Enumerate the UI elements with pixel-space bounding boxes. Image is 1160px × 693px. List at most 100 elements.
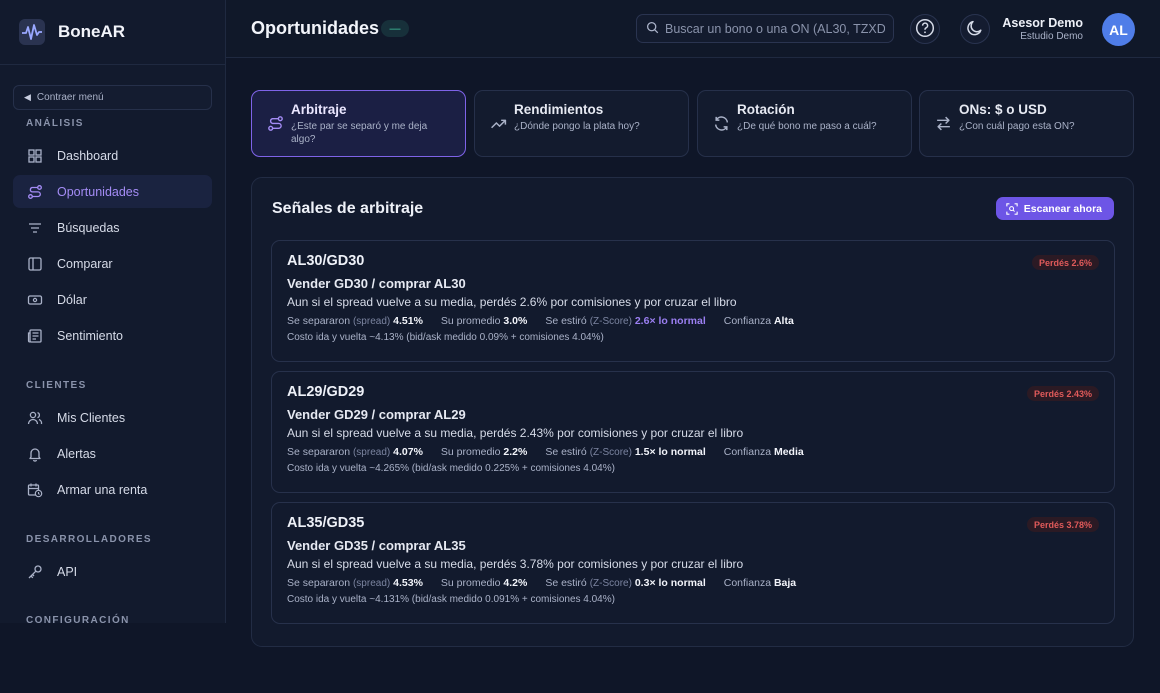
signal-card[interactable]: AL30/GD30 Perdés 2.6% Vender GD30 / comp… (271, 240, 1115, 362)
loss-badge: Perdés 3.78% (1026, 517, 1099, 532)
panel-title: Señales de arbitraje (272, 200, 424, 217)
section-title-configuracion: CONFIGURACIÓN (26, 615, 130, 623)
page-title: Oportunidades (251, 18, 380, 38)
signal-cost: Costo ida y vuelta ~4.13% (bid/ask medid… (287, 332, 604, 343)
section-title-analisis: ANÁLISIS (26, 118, 84, 129)
status-badge: — (381, 20, 409, 37)
signal-pair: AL29/GD29 (287, 384, 365, 400)
mode-title: Arbitraje (291, 102, 347, 117)
signal-explanation: Aun si el spread vuelve a su media, perd… (287, 295, 737, 309)
help-icon (915, 18, 935, 41)
sidebar-item-label: API (57, 564, 78, 579)
sidebar-item-label: Comparar (57, 256, 113, 271)
signal-metrics: Se separaron (spread) 4.53% Su promedio … (287, 577, 1114, 589)
section-title-clientes: CLIENTES (26, 380, 87, 391)
signal-metrics: Se separaron (spread) 4.51% Su promedio … (287, 315, 1114, 327)
search-box[interactable] (636, 14, 894, 43)
calendar-clock-icon (26, 481, 43, 498)
trending-up-icon (490, 115, 507, 132)
sidebar-item-label: Búsquedas (57, 220, 120, 235)
sidebar-item-mis-clientes[interactable]: Mis Clientes (13, 401, 212, 434)
sidebar-item-alertas[interactable]: Alertas (13, 437, 212, 470)
scan-now-button[interactable]: Escanear ahora (995, 197, 1114, 220)
metric-spread: Se separaron (spread) 4.51% (287, 315, 423, 327)
search-input[interactable] (665, 21, 885, 36)
mode-desc: ¿Con cuál pago esta ON? (959, 121, 1075, 132)
sidebar-item-comparar[interactable]: Comparar (13, 247, 212, 280)
signal-action: Vender GD29 / comprar AL29 (287, 407, 466, 422)
signal-explanation: Aun si el spread vuelve a su media, perd… (287, 557, 744, 571)
refresh-icon (713, 115, 730, 132)
search-icon (646, 21, 659, 37)
mode-title: Rendimientos (514, 102, 604, 117)
scan-now-label: Escanear ahora (1023, 202, 1102, 215)
key-icon (26, 563, 43, 580)
signal-action: Vender GD30 / comprar AL30 (287, 276, 466, 291)
mode-desc: ¿Dónde pongo la plata hoy? (514, 121, 640, 132)
user-name: Asesor Demo (1002, 16, 1083, 30)
top-header: Oportunidades — Asesor Demo Estudio Demo… (226, 0, 1160, 58)
sidebar-item-api[interactable]: API (13, 555, 212, 588)
metric-average: Su promedio 2.2% (440, 446, 528, 458)
mode-card-rendimientos[interactable]: Rendimientos ¿Dónde pongo la plata hoy? (474, 90, 689, 157)
brand[interactable]: BoneAR (0, 0, 225, 65)
loss-badge: Perdés 2.6% (1031, 255, 1099, 270)
scan-icon (1006, 202, 1018, 215)
help-button[interactable] (910, 14, 940, 44)
metric-spread: Se separaron (spread) 4.07% (287, 446, 423, 458)
sidebar-item-label: Dashboard (57, 148, 119, 163)
metric-average: Su promedio 3.0% (440, 315, 528, 327)
collapse-menu-label: Contraer menú (36, 92, 104, 103)
sidebar-item-label: Mis Clientes (57, 410, 126, 425)
moon-icon (966, 19, 984, 40)
collapse-menu-button[interactable]: ◀ Contraer menú (13, 85, 212, 110)
signal-explanation: Aun si el spread vuelve a su media, perd… (287, 426, 744, 440)
sidebar-item-oportunidades[interactable]: Oportunidades (13, 175, 212, 208)
signal-cost: Costo ida y vuelta ~4.265% (bid/ask medi… (287, 463, 615, 474)
mode-card-ons[interactable]: ONs: $ o USD ¿Con cuál pago esta ON? (919, 90, 1134, 157)
section-title-desarrolladores: DESARROLLADORES (26, 534, 153, 545)
mode-title: Rotación (737, 102, 795, 117)
sidebar-item-label: Sentimiento (57, 328, 124, 343)
dashboard-icon (26, 147, 43, 164)
user-org: Estudio Demo (1020, 31, 1083, 42)
signal-card[interactable]: AL35/GD35 Perdés 3.78% Vender GD35 / com… (271, 502, 1115, 624)
arbitrage-signals-panel: Señales de arbitraje Escanear ahora AL30… (251, 177, 1134, 647)
metric-zscore: Se estiró (Z-Score) 0.3× lo normal (545, 577, 706, 589)
sidebar-item-sentimiento[interactable]: Sentimiento (13, 319, 212, 352)
sidebar-item-busquedas[interactable]: Búsquedas (13, 211, 212, 244)
route-icon (26, 183, 43, 200)
mode-card-arbitraje[interactable]: Arbitraje ¿Este par se separó y me deja … (251, 90, 466, 157)
mode-card-rotacion[interactable]: Rotación ¿De qué bono me paso a cuál? (697, 90, 912, 157)
news-icon (26, 327, 43, 344)
mode-desc: ¿De qué bono me paso a cuál? (737, 121, 877, 132)
sidebar-item-armar-renta[interactable]: Armar una renta (13, 473, 212, 506)
loss-badge: Perdés 2.43% (1026, 386, 1099, 401)
mode-title: ONs: $ o USD (959, 102, 1047, 117)
metric-spread: Se separaron (spread) 4.53% (287, 577, 423, 589)
route-icon (267, 115, 284, 132)
sidebar-item-label: Dólar (57, 292, 87, 307)
sidebar-item-label: Armar una renta (57, 482, 148, 497)
sidebar-item-dolar[interactable]: Dólar (13, 283, 212, 316)
metric-confidence: Confianza Baja (723, 577, 797, 589)
swap-icon (935, 115, 952, 132)
sidebar: BoneAR ◀ Contraer menú ANÁLISIS Dashboar… (0, 0, 226, 623)
signal-pair: AL35/GD35 (287, 515, 365, 531)
bell-icon (26, 445, 43, 462)
sidebar-item-label: Alertas (57, 446, 96, 461)
sidebar-item-dashboard[interactable]: Dashboard (13, 139, 212, 172)
metric-zscore: Se estiró (Z-Score) 2.6× lo normal (545, 315, 706, 327)
signal-pair: AL30/GD30 (287, 253, 365, 269)
metric-zscore: Se estiró (Z-Score) 1.5× lo normal (545, 446, 706, 458)
brand-logo-icon (19, 19, 45, 45)
mode-desc: ¿Este par se separó y me deja algo? (291, 121, 428, 145)
banknote-icon (26, 291, 43, 308)
theme-toggle-button[interactable] (960, 14, 990, 44)
brand-name: BoneAR (58, 22, 126, 41)
filter-icon (26, 219, 43, 236)
signal-metrics: Se separaron (spread) 4.07% Su promedio … (287, 446, 1114, 458)
avatar[interactable]: AL (1102, 13, 1135, 46)
signal-cost: Costo ida y vuelta ~4.131% (bid/ask medi… (287, 594, 615, 605)
signal-card[interactable]: AL29/GD29 Perdés 2.43% Vender GD29 / com… (271, 371, 1115, 493)
